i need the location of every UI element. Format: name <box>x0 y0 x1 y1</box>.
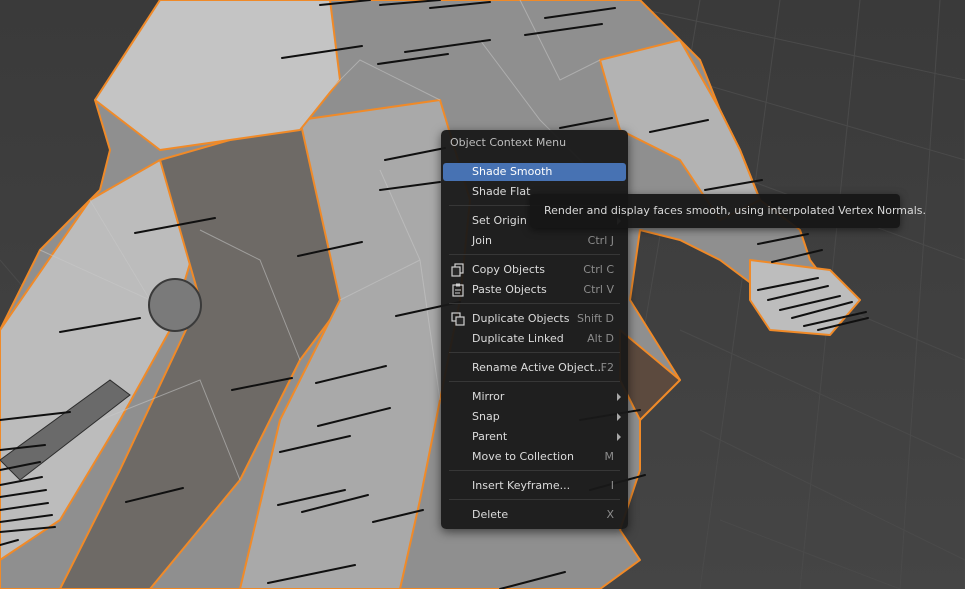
shortcut-label: Ctrl V <box>583 283 614 296</box>
menu-item-parent[interactable]: Parent <box>443 428 626 446</box>
shortcut-label: X <box>606 508 614 521</box>
menu-item-label: Move to Collection <box>472 450 574 463</box>
menu-item-label: Copy Objects <box>472 263 545 276</box>
copy-icon <box>451 263 465 277</box>
tooltip-text: Render and display faces smooth, using i… <box>544 204 927 217</box>
tooltip: Render and display faces smooth, using i… <box>530 194 926 228</box>
shortcut-label: Ctrl C <box>583 263 614 276</box>
menu-separator <box>449 381 620 382</box>
menu-item-move-to-collection[interactable]: Move to Collection M <box>443 448 626 466</box>
menu-item-label: Set Origin <box>472 214 527 227</box>
menu-item-label: Paste Objects <box>472 283 547 296</box>
shortcut-label: Ctrl J <box>587 234 614 247</box>
menu-item-join[interactable]: Join Ctrl J <box>443 232 626 250</box>
menu-separator <box>449 499 620 500</box>
menu-item-label: Insert Keyframe... <box>472 479 571 492</box>
shortcut-label: F2 <box>600 361 614 374</box>
shortcut-label: M <box>604 450 615 463</box>
object-context-menu: Object Context Menu Shade Smooth Shade F… <box>441 130 628 529</box>
menu-item-label: Mirror <box>472 390 505 403</box>
menu-item-duplicate-objects[interactable]: Duplicate Objects Shift D <box>443 310 626 328</box>
submenu-arrow-icon <box>617 413 621 421</box>
menu-item-label: Delete <box>472 508 509 521</box>
submenu-arrow-icon <box>617 393 621 401</box>
menu-item-label: Duplicate Objects <box>472 312 570 325</box>
menu-item-label: Shade Smooth <box>472 165 553 178</box>
menu-item-mirror[interactable]: Mirror <box>443 388 626 406</box>
menu-separator <box>449 352 620 353</box>
duplicate-icon <box>451 312 465 326</box>
menu-item-label: Shade Flat <box>472 185 531 198</box>
menu-item-insert-keyframe[interactable]: Insert Keyframe... I <box>443 477 626 495</box>
menu-item-label: Parent <box>472 430 508 443</box>
menu-item-delete[interactable]: Delete X <box>443 506 626 524</box>
menu-item-label: Rename Active Object... <box>472 361 605 374</box>
menu-item-label: Snap <box>472 410 500 423</box>
menu-item-copy-objects[interactable]: Copy Objects Ctrl C <box>443 261 626 279</box>
menu-item-paste-objects[interactable]: Paste Objects Ctrl V <box>443 281 626 299</box>
menu-item-duplicate-linked[interactable]: Duplicate Linked Alt D <box>443 330 626 348</box>
menu-separator <box>449 303 620 304</box>
menu-item-shade-smooth[interactable]: Shade Smooth <box>443 163 626 181</box>
menu-item-rename-active-object[interactable]: Rename Active Object... F2 <box>443 359 626 377</box>
menu-item-label: Join <box>472 234 493 247</box>
menu-item-label: Duplicate Linked <box>472 332 564 345</box>
menu-separator <box>449 254 620 255</box>
paste-icon <box>451 283 465 297</box>
menu-title: Object Context Menu <box>450 136 567 149</box>
shortcut-label: Alt D <box>587 332 614 345</box>
shortcut-label: Shift D <box>577 312 614 325</box>
submenu-arrow-icon <box>617 433 621 441</box>
menu-separator <box>449 470 620 471</box>
menu-item-snap[interactable]: Snap <box>443 408 626 426</box>
shortcut-label: I <box>610 479 614 492</box>
